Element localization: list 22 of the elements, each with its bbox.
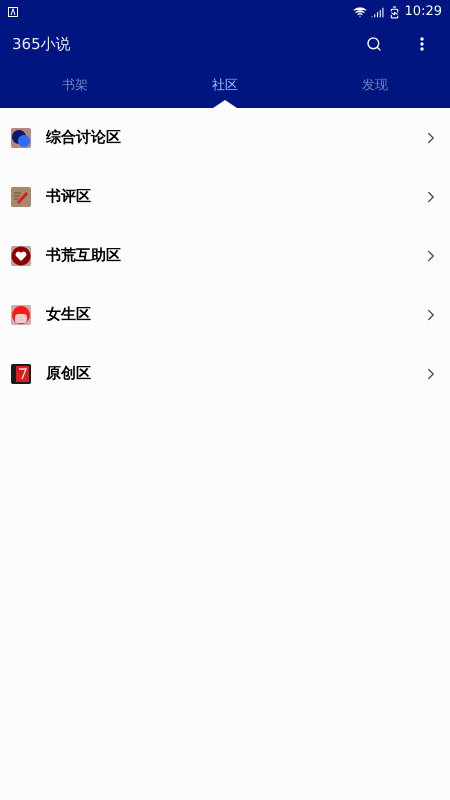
battery-icon [388,6,401,18]
signal-icon [370,6,384,18]
forum-list-item[interactable]: 书评区 [0,167,450,226]
more-vertical-icon [420,37,424,51]
chat-bubbles-icon [11,128,31,148]
tab[interactable]: 发现 [300,64,450,108]
forum-list-item[interactable]: 女生区 [0,285,450,344]
notification-icon [8,7,18,17]
heart-icon [11,246,31,266]
forum-list-item[interactable]: 综合讨论区 [0,108,450,167]
forum-list-item[interactable]: 书荒互助区 [0,226,450,285]
tab[interactable]: 社区 [150,64,300,108]
clock: 10:29 [404,3,442,22]
app-title: 365小说 [12,34,72,55]
search-icon [366,36,382,52]
tab[interactable]: 书架 [0,64,150,108]
selected-tab-indicator [213,100,237,108]
forum-list-item[interactable]: 原创区 [0,344,450,403]
pencil-note-icon [11,186,31,206]
girl-avatar-icon [11,304,31,324]
wifi-icon [352,5,367,19]
book-icon [11,364,31,384]
